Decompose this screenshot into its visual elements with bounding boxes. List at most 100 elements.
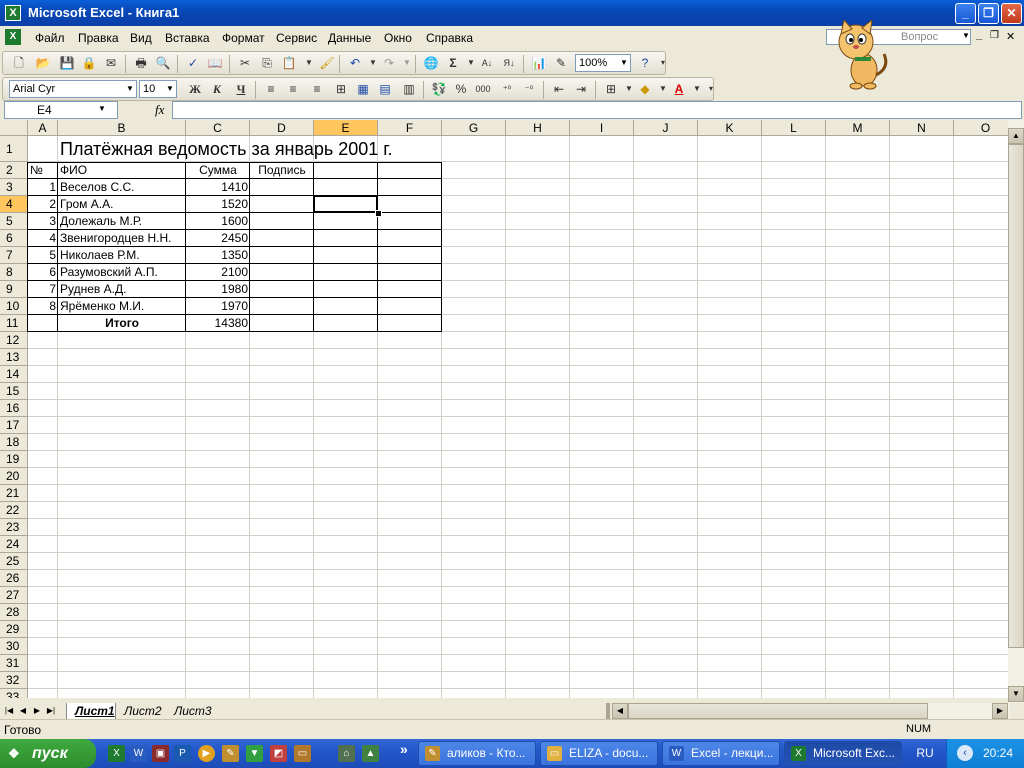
cell[interactable] [58, 434, 186, 451]
print-preview-icon[interactable]: 🔍 [153, 53, 173, 73]
header-sum-cell[interactable]: Сумма [186, 162, 250, 179]
cell[interactable] [506, 247, 570, 264]
column-header-k[interactable]: K [698, 120, 762, 136]
cell[interactable] [698, 570, 762, 587]
column-header-m[interactable]: M [826, 120, 890, 136]
doc-close-button[interactable]: ✕ [1006, 30, 1015, 43]
currency-icon[interactable]: 💱 [429, 79, 449, 99]
cell[interactable] [826, 570, 890, 587]
cell[interactable] [186, 485, 250, 502]
cell[interactable] [506, 485, 570, 502]
cell[interactable] [28, 468, 58, 485]
cell[interactable] [698, 468, 762, 485]
cell[interactable] [442, 383, 506, 400]
cell[interactable] [58, 672, 186, 689]
cell[interactable] [506, 553, 570, 570]
cell[interactable] [954, 247, 1008, 264]
record-num-cell[interactable]: 4 [28, 230, 58, 247]
cell[interactable] [570, 298, 634, 315]
cell[interactable] [442, 264, 506, 281]
zoom-dropdown-icon[interactable]: ▼ [618, 55, 630, 71]
fill-color-icon[interactable]: ◆ [635, 79, 655, 99]
cell[interactable] [762, 451, 826, 468]
cell[interactable] [250, 196, 314, 213]
cell[interactable] [634, 366, 698, 383]
cell[interactable] [762, 621, 826, 638]
cell[interactable] [954, 587, 1008, 604]
cell[interactable] [762, 400, 826, 417]
cell[interactable] [826, 536, 890, 553]
cell[interactable] [506, 570, 570, 587]
cell[interactable] [826, 468, 890, 485]
cell[interactable] [954, 468, 1008, 485]
row-header-31[interactable]: 31 [0, 655, 28, 672]
cell[interactable] [634, 417, 698, 434]
first-sheet-icon[interactable]: |◀ [2, 704, 16, 718]
record-num-cell[interactable]: 7 [28, 281, 58, 298]
cell[interactable] [314, 502, 378, 519]
cell[interactable] [250, 553, 314, 570]
cell[interactable] [634, 519, 698, 536]
cell[interactable] [314, 638, 378, 655]
cell[interactable] [250, 485, 314, 502]
cell[interactable] [442, 485, 506, 502]
cell[interactable] [890, 553, 954, 570]
cell[interactable] [314, 162, 378, 179]
cell[interactable] [442, 179, 506, 196]
cell[interactable] [570, 604, 634, 621]
cell[interactable] [314, 604, 378, 621]
row-header-26[interactable]: 26 [0, 570, 28, 587]
font-dropdown-icon[interactable]: ▼ [124, 81, 136, 97]
total-value-cell[interactable]: 14380 [186, 315, 250, 332]
cell[interactable] [378, 162, 442, 179]
cell[interactable] [634, 570, 698, 587]
cell[interactable] [442, 196, 506, 213]
cell[interactable] [442, 213, 506, 230]
cell[interactable] [698, 689, 762, 698]
cell[interactable] [634, 247, 698, 264]
cell[interactable] [826, 230, 890, 247]
media-player-icon[interactable]: ▶ [198, 745, 215, 762]
cell[interactable] [250, 536, 314, 553]
record-name-cell[interactable]: Руднев А.Д. [58, 281, 186, 298]
cell[interactable] [698, 519, 762, 536]
increase-indent-icon[interactable]: ⇥ [571, 79, 591, 99]
record-sum-cell[interactable]: 1980 [186, 281, 250, 298]
cell[interactable] [698, 366, 762, 383]
column-header-b[interactable]: B [58, 120, 186, 136]
cell[interactable] [378, 264, 442, 281]
cell[interactable] [442, 451, 506, 468]
cell[interactable] [762, 213, 826, 230]
cell[interactable] [954, 434, 1008, 451]
cell[interactable] [826, 621, 890, 638]
cell[interactable] [250, 519, 314, 536]
align-right-icon[interactable]: ≡ [307, 79, 327, 99]
cell[interactable] [506, 689, 570, 698]
cell[interactable] [250, 179, 314, 196]
row-header-22[interactable]: 22 [0, 502, 28, 519]
cell[interactable] [314, 400, 378, 417]
pencil-icon[interactable]: ✎ [222, 745, 239, 762]
cell[interactable] [954, 570, 1008, 587]
filter-icon[interactable]: ▼ [246, 745, 263, 762]
font-size-dropdown-icon[interactable]: ▼ [164, 81, 176, 97]
cell[interactable] [954, 485, 1008, 502]
open-folder-icon[interactable]: 📂 [33, 53, 53, 73]
row-header-5[interactable]: 5 [0, 213, 28, 230]
cell[interactable] [442, 298, 506, 315]
cell[interactable] [442, 536, 506, 553]
cell[interactable] [826, 136, 890, 162]
cell[interactable] [58, 655, 186, 672]
column-header-i[interactable]: I [570, 120, 634, 136]
cell[interactable] [634, 434, 698, 451]
cell[interactable] [314, 553, 378, 570]
cell[interactable] [378, 689, 442, 698]
cell[interactable] [826, 349, 890, 366]
total-label-cell[interactable]: Итого [58, 315, 186, 332]
cell[interactable] [28, 485, 58, 502]
cell[interactable] [954, 315, 1008, 332]
cell[interactable] [28, 655, 58, 672]
toolbar-options-icon[interactable]: ▾ [701, 79, 721, 99]
cell[interactable] [762, 136, 826, 162]
select-all-corner[interactable] [0, 120, 28, 136]
